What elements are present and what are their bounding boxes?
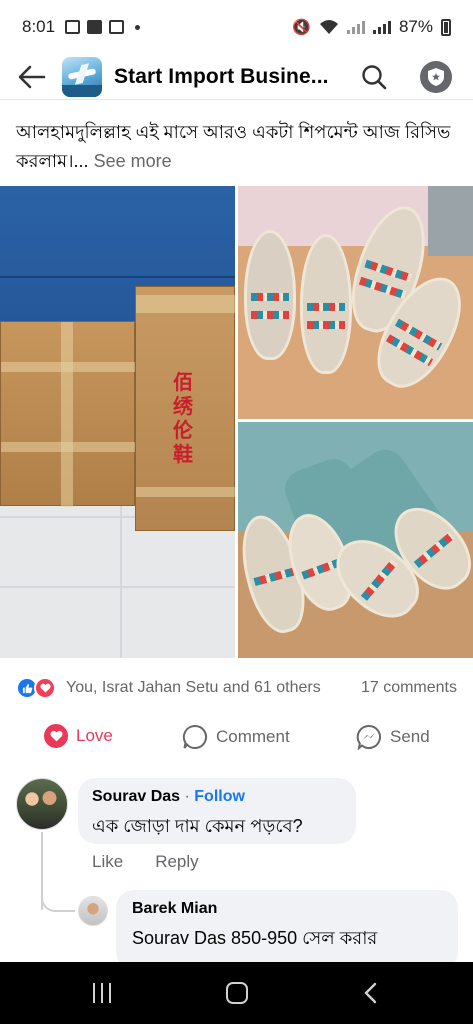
avatar-sea [62,84,102,97]
reaction-icons [16,677,60,699]
weather-icon [87,20,103,34]
box-chinese-marking: 佰 绣 伦 鞋 [173,372,193,466]
battery-percent: 87% [398,17,433,36]
system-navigation-bar [0,962,473,1024]
shoe-pattern [307,321,345,329]
checkbox-icon [109,20,125,34]
page-avatar[interactable] [62,56,102,97]
reply-author[interactable]: Barek Mian [132,900,442,918]
avatar[interactable] [78,896,108,926]
comment-author[interactable]: Sourav Das [92,788,180,805]
shoe-pattern [307,303,345,311]
shoe [244,230,296,360]
comment-author-line: Sourav Das · Follow [92,788,342,806]
shoe-pattern [364,259,413,283]
admin-shield-button[interactable] [420,60,452,93]
back-button[interactable] [12,57,52,97]
photo-shoes-pairs[interactable] [238,186,473,419]
signal-icon [346,20,365,34]
arrow-left-icon [18,65,46,88]
signal-icon-2 [372,20,391,34]
notification-icons [65,20,141,34]
woven-mat [428,186,473,256]
comment-text: এক জোড়া দাম কেমন পড়বে? [92,816,303,836]
thread-connector [41,890,75,912]
love-reaction-icon [34,677,56,699]
love-button[interactable]: Love [44,724,113,748]
love-label: Love [76,726,113,745]
follow-link[interactable]: Follow [194,788,245,805]
wifi-icon [319,20,338,34]
mute-icon: 🔇 [292,19,311,36]
comment-bubble[interactable]: Sourav Das · Follow এক জোড়া দাম কেমন পড… [78,778,356,844]
shoe-pattern [251,293,289,301]
comments-count[interactable]: 17 comments [361,679,457,697]
avatar[interactable] [16,778,68,830]
post-photo-grid: 佰 绣 伦 鞋 [0,186,473,658]
gallery-icon [65,20,81,34]
comment-label: Comment [216,727,290,746]
status-time: 8:01 [22,17,56,36]
home-button[interactable] [226,982,248,1004]
shoe-pattern [253,567,295,586]
post-action-bar: Love Comment Send [0,714,473,764]
shoe-pattern [360,558,398,601]
page-title[interactable]: Start Import Busine... [114,65,336,89]
reply-text: Sourav Das 850-950 সেল করার [132,928,378,948]
app-header: Start Import Busine... [0,54,473,100]
more-notifications-icon [135,24,141,30]
photo-boxes[interactable]: 佰 绣 伦 鞋 [0,186,235,658]
comment-reply-link[interactable]: Reply [155,852,198,872]
separator-dot: · [184,788,190,805]
comment-like-link[interactable]: Like [92,852,123,872]
status-bar: 8:01 🔇 87% [0,0,473,54]
comment-button[interactable]: Comment [182,724,290,750]
reactions-summary[interactable]: You, Israt Jahan Setu and 61 others 17 c… [16,674,457,702]
post-text: আলহামদুলিল্লাহ এই মাসে আরও একটা শিপমেন্ট… [16,118,456,176]
shoe-pattern [413,532,455,569]
comment-actions: Like Reply [92,852,199,872]
post-body: আলহামদুলিল্লাহ এই মাসে আরও একটা শিপমেন্ট… [16,122,451,171]
shoe-pattern [251,311,289,319]
shoe [300,234,352,374]
shoe-pattern [358,276,407,300]
see-more-link[interactable]: See more [94,151,172,171]
battery-icon [441,18,451,36]
search-icon [362,64,387,89]
send-label: Send [390,727,430,746]
photo-shoes-worn[interactable] [238,422,473,658]
back-nav-button[interactable] [361,982,381,1004]
search-button[interactable] [356,59,392,95]
send-button[interactable]: Send [356,724,430,750]
packing-tape [136,295,235,313]
wall-seam [0,276,235,278]
comment-icon [182,724,208,749]
packing-tape [61,322,73,507]
tile-line [0,586,235,588]
shield-star-icon [428,67,444,86]
chevron-left-icon [364,982,377,1004]
messenger-icon [356,724,381,750]
cardboard-box-left [0,321,136,507]
heart-icon [44,724,68,748]
recent-apps-button[interactable] [93,983,115,1003]
system-icons: 🔇 87% [292,17,451,37]
reply-bubble[interactable]: Barek Mian Sourav Das 850-950 সেল করার প… [116,890,458,970]
reactions-text: You, Israt Jahan Setu and 61 others [66,679,321,696]
airplane-icon [67,67,97,80]
